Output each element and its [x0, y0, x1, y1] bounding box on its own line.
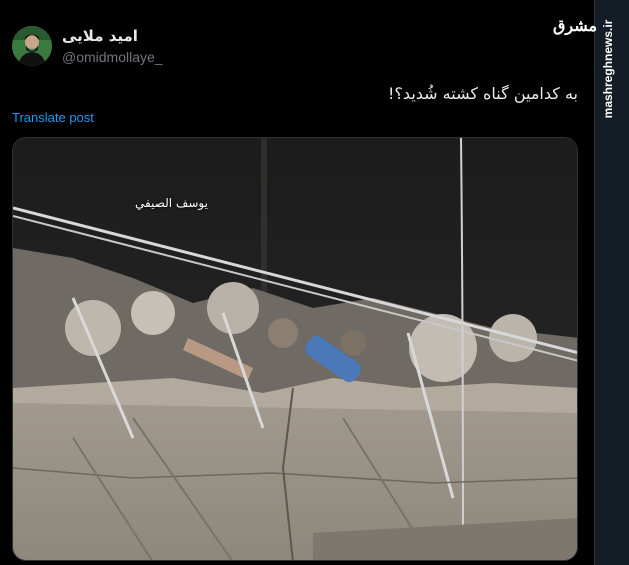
translate-post-link[interactable]: Translate post [12, 110, 94, 125]
brand-site-label: mashreghnews.ir [597, 14, 619, 124]
author-name[interactable]: امید ملایی [62, 27, 222, 45]
photo-caption: يوسف الصيفي [135, 196, 208, 210]
brand-site-text: mashreghnews.ir [601, 19, 615, 119]
author-handle[interactable]: @omidmollaye_ [62, 49, 163, 65]
avatar[interactable] [12, 26, 52, 66]
avatar-image [12, 26, 52, 66]
rubble-photo [13, 138, 577, 560]
post-text: به کدامین گناه کشته شُدید؟! [388, 84, 578, 103]
post-image[interactable]: يوسف الصيفي [12, 137, 578, 561]
brand-logo: مشرق [553, 16, 598, 35]
tweet-post: امید ملایی @omidmollaye_ به کدامین گناه … [0, 0, 594, 565]
